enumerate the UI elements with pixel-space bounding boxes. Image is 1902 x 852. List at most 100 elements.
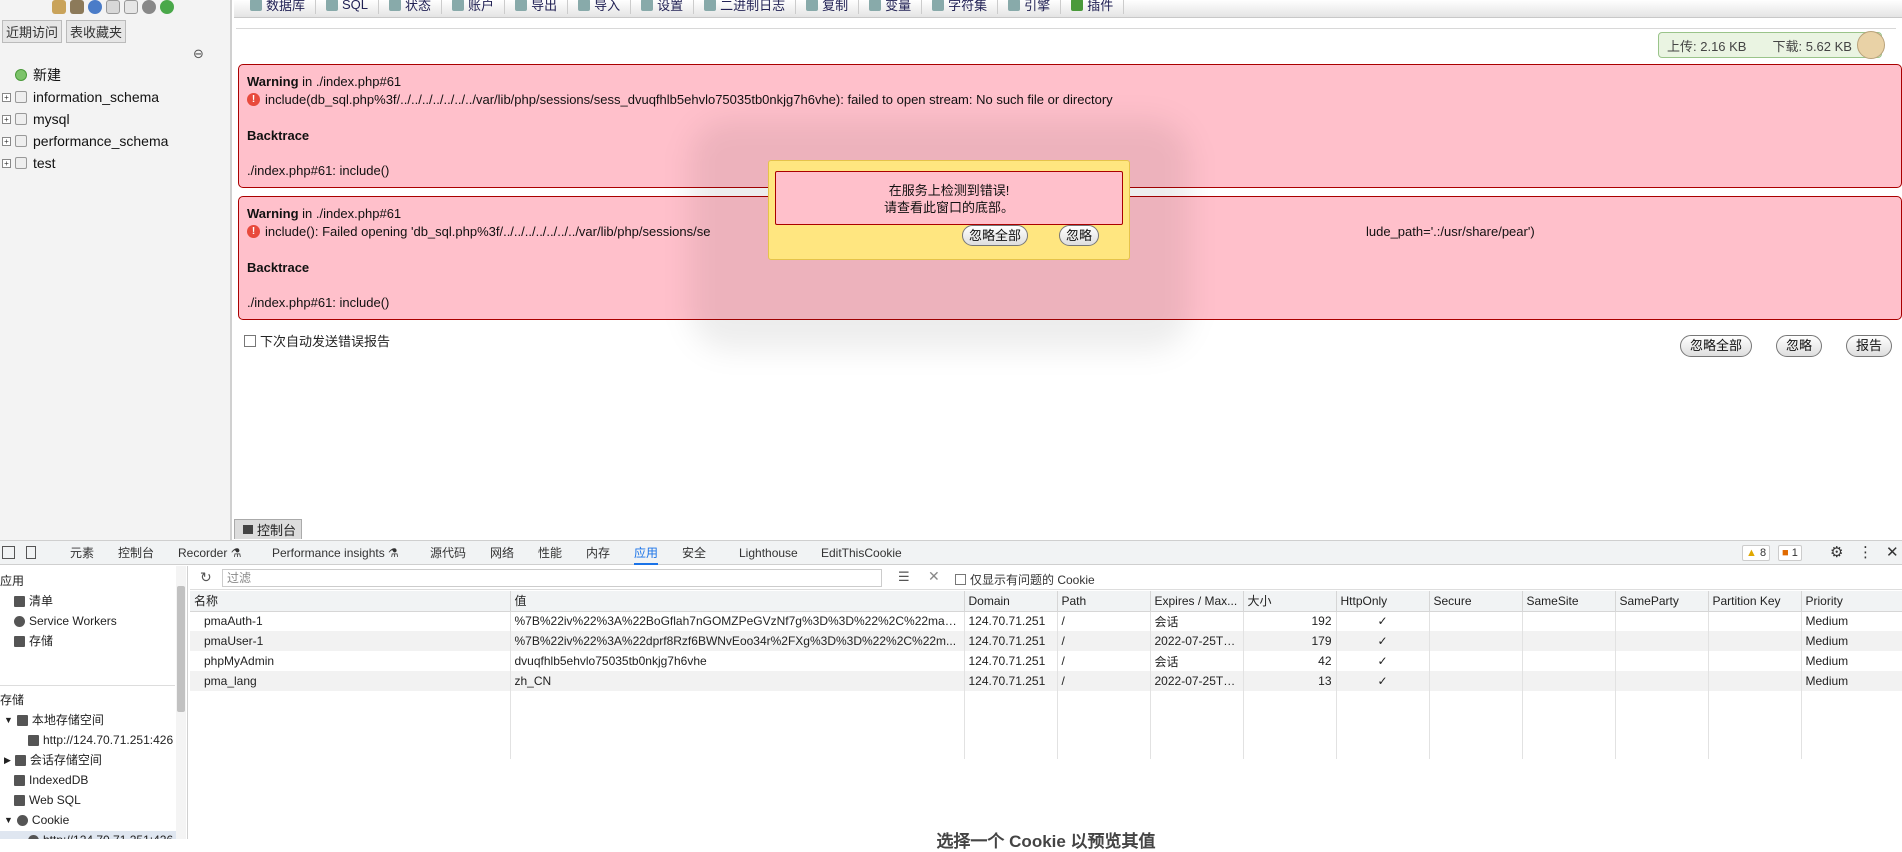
- table-row[interactable]: pma_lang zh_CN 124.70.71.251 / 2022-07-2…: [190, 671, 1902, 691]
- filter-input[interactable]: 过滤: [222, 569, 882, 587]
- gear-icon[interactable]: ⚙: [1830, 541, 1843, 565]
- tree-item-new[interactable]: 新建: [0, 64, 230, 86]
- expand-icon[interactable]: +: [2, 158, 11, 168]
- popup-ignore-all-button[interactable]: 忽略全部: [962, 225, 1029, 246]
- menu-charsets[interactable]: 字符集: [922, 0, 999, 14]
- expand-icon[interactable]: +: [2, 114, 11, 124]
- auto-send-checkbox[interactable]: [244, 334, 256, 347]
- tree-item-db[interactable]: + mysql: [0, 108, 230, 130]
- tab-security[interactable]: 安全: [682, 541, 706, 565]
- copy-icon[interactable]: [124, 0, 138, 14]
- menu-export[interactable]: 导出: [505, 0, 569, 14]
- auto-send-option[interactable]: 下次自动发送错误报告: [244, 331, 390, 350]
- column-header[interactable]: Partition Key: [1708, 591, 1802, 612]
- docs-icon[interactable]: [106, 0, 120, 14]
- menu-replication[interactable]: 复制: [796, 0, 860, 14]
- inspect-icon[interactable]: [2, 546, 15, 559]
- expand-icon[interactable]: +: [2, 92, 11, 102]
- tab-performance-insights[interactable]: Performance insights ⚗: [272, 541, 399, 565]
- menu-status[interactable]: 状态: [379, 0, 443, 14]
- column-header[interactable]: Secure: [1429, 591, 1523, 612]
- column-header[interactable]: Path: [1057, 591, 1151, 612]
- cookie-sameparty: [1615, 651, 1709, 671]
- refresh-icon[interactable]: ↻: [200, 569, 212, 586]
- sidebar-item-websql[interactable]: Web SQL: [14, 791, 81, 809]
- sidebar-item-service-workers[interactable]: Service Workers: [14, 612, 117, 630]
- menu-accounts[interactable]: 账户: [442, 0, 506, 14]
- menu-databases[interactable]: 数据库: [240, 0, 317, 14]
- sidebar-item-local-origin[interactable]: http://124.70.71.251:426: [28, 731, 173, 749]
- tab-memory[interactable]: 内存: [586, 541, 610, 565]
- scrollbar-thumb[interactable]: [177, 586, 185, 712]
- tab-console[interactable]: 控制台: [118, 541, 154, 565]
- column-header[interactable]: Expires / Max...: [1150, 591, 1244, 612]
- sidebar-item-manifest[interactable]: 清单: [14, 592, 53, 610]
- gear-icon[interactable]: [142, 0, 156, 14]
- delete-icon[interactable]: ✕: [928, 568, 940, 585]
- menu-variables[interactable]: 变量: [859, 0, 923, 14]
- reload-icon[interactable]: [160, 0, 174, 14]
- sidebar-scrollbar[interactable]: [176, 566, 186, 839]
- tree-item-db[interactable]: + test: [0, 152, 230, 174]
- only-issues-option[interactable]: 仅显示有问题的 Cookie: [955, 571, 1095, 588]
- popup-ignore-button[interactable]: 忽略: [1059, 225, 1100, 246]
- column-header[interactable]: SameSite: [1522, 591, 1616, 612]
- grid-icon: [16, 714, 28, 726]
- expand-icon[interactable]: +: [2, 136, 11, 146]
- column-header[interactable]: Priority: [1801, 591, 1902, 612]
- close-icon[interactable]: ✕: [1886, 541, 1899, 565]
- tab-application[interactable]: 应用: [634, 541, 659, 565]
- ignore-all-button[interactable]: 忽略全部: [1680, 335, 1753, 357]
- chevron-right-icon[interactable]: ▶: [4, 751, 11, 769]
- column-header[interactable]: SameParty: [1615, 591, 1709, 612]
- logout-icon[interactable]: [70, 0, 84, 14]
- ignore-button[interactable]: 忽略: [1776, 335, 1823, 357]
- home-icon[interactable]: [52, 0, 66, 14]
- warning-badge[interactable]: ▲ 8: [1742, 545, 1771, 561]
- console-toggle[interactable]: 控制台: [234, 519, 302, 539]
- more-icon[interactable]: ⋮: [1858, 541, 1873, 565]
- tab-favorites[interactable]: 表收藏夹: [66, 20, 127, 43]
- sidebar-item-local-storage[interactable]: ▼ 本地存储空间: [4, 711, 104, 729]
- menu-binlog[interactable]: 二进制日志: [694, 0, 797, 14]
- column-header[interactable]: 值: [510, 591, 965, 612]
- column-header[interactable]: Domain: [964, 591, 1058, 612]
- tab-performance[interactable]: 性能: [538, 541, 562, 565]
- tree-item-db[interactable]: + performance_schema: [0, 130, 230, 152]
- table-row[interactable]: phpMyAdmin dvuqfhlb5ehvlo75035tb0nkjg7h6…: [190, 651, 1902, 671]
- table-row[interactable]: pmaAuth-1 %7B%22iv%22%3A%22BoGflah7nGOMZ…: [190, 611, 1902, 631]
- tab-editthiscookie[interactable]: EditThisCookie: [821, 541, 902, 565]
- tab-elements[interactable]: 元素: [70, 541, 94, 565]
- menu-label: 账户: [468, 0, 495, 13]
- sidebar-item-session-storage[interactable]: ▶ 会话存储空间: [4, 751, 102, 769]
- column-header[interactable]: HttpOnly: [1336, 591, 1430, 612]
- sidebar-item-indexeddb[interactable]: IndexedDB: [14, 771, 88, 789]
- tab-recorder[interactable]: Recorder ⚗: [178, 541, 241, 565]
- menu-settings[interactable]: 设置: [631, 0, 695, 14]
- menu-import[interactable]: 导入: [568, 0, 632, 14]
- menu-plugins[interactable]: 插件: [1061, 0, 1125, 14]
- column-header[interactable]: 名称: [190, 591, 511, 612]
- column-header[interactable]: 大小: [1243, 591, 1337, 612]
- report-button[interactable]: 报告: [1846, 335, 1893, 357]
- menu-engines[interactable]: 引擎: [998, 0, 1062, 14]
- cookie-name: phpMyAdmin: [190, 651, 511, 671]
- tree-item-db[interactable]: + information_schema: [0, 86, 230, 108]
- clear-filtered-icon[interactable]: ☰: [898, 569, 910, 585]
- link-collapse-icon[interactable]: ⊖: [193, 46, 204, 62]
- menu-sql[interactable]: SQL: [316, 0, 380, 14]
- sidebar-item-cookies[interactable]: ▼ Cookie: [4, 811, 69, 829]
- tab-network[interactable]: 网络: [490, 541, 514, 565]
- sidebar-item-storage[interactable]: 存储: [14, 632, 53, 650]
- chevron-down-icon[interactable]: ▼: [4, 711, 13, 729]
- only-issues-checkbox[interactable]: [955, 574, 966, 585]
- table-row[interactable]: pmaUser-1 %7B%22iv%22%3A%22dprf8Rzf6BWNv…: [190, 631, 1902, 651]
- device-toggle-icon[interactable]: [26, 546, 36, 559]
- tab-sources[interactable]: 源代码: [430, 541, 466, 565]
- tab-lighthouse[interactable]: Lighthouse: [739, 541, 798, 565]
- help-icon[interactable]: [88, 0, 102, 14]
- upload-stat: 上传: 2.16 KB: [1667, 38, 1747, 54]
- chevron-down-icon[interactable]: ▼: [4, 811, 13, 829]
- tab-recent[interactable]: 近期访问: [2, 20, 63, 43]
- issues-badge[interactable]: ■ 1: [1778, 545, 1802, 561]
